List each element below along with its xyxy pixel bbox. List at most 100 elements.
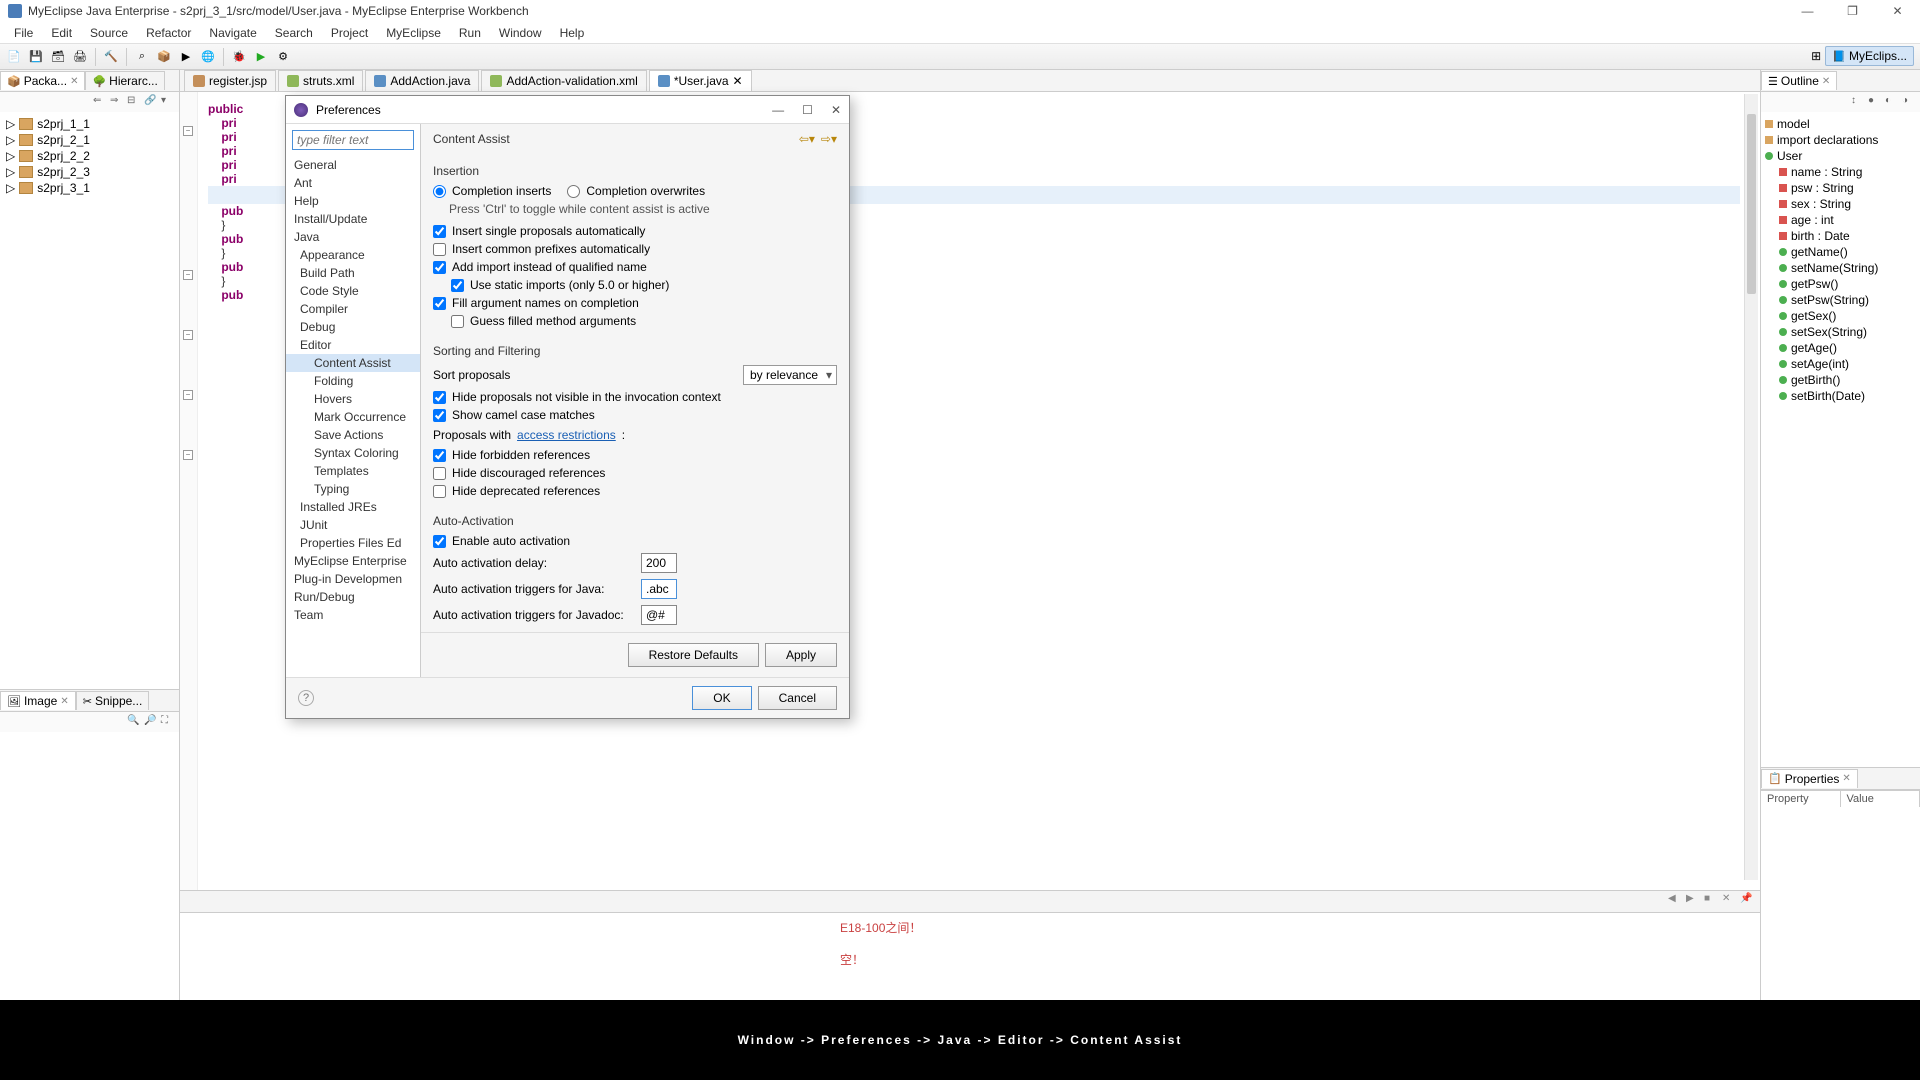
- project-item[interactable]: ▷s2prj_2_1: [4, 132, 175, 148]
- nav-item-hovers[interactable]: Hovers: [286, 390, 420, 408]
- nav-item-save-actions[interactable]: Save Actions: [286, 426, 420, 444]
- check-hide-invisible[interactable]: [433, 391, 446, 404]
- project-item[interactable]: ▷s2prj_2_2: [4, 148, 175, 164]
- nav-item-junit[interactable]: JUnit: [286, 516, 420, 534]
- minimize-button[interactable]: —: [1785, 0, 1830, 22]
- outline-item[interactable]: setAge(int): [1765, 356, 1916, 372]
- zoom-out-icon[interactable]: 🔎: [144, 715, 158, 729]
- external-tools-icon[interactable]: ⚙: [273, 47, 293, 67]
- zoom-in-icon[interactable]: 🔍: [127, 715, 141, 729]
- check-hide-discouraged[interactable]: [433, 467, 446, 480]
- check-add-import[interactable]: [433, 261, 446, 274]
- menu-icon[interactable]: ▾: [161, 95, 175, 109]
- dialog-title-bar[interactable]: Preferences — ☐ ✕: [286, 96, 849, 124]
- outline-item[interactable]: psw : String: [1765, 180, 1916, 196]
- radio-completion-overwrites[interactable]: [567, 185, 580, 198]
- tab-package-explorer[interactable]: 📦 Packa... ✕: [0, 71, 85, 90]
- nav-item-installed-jres[interactable]: Installed JREs: [286, 498, 420, 516]
- menu-search[interactable]: Search: [267, 24, 321, 42]
- outline-item[interactable]: getSex(): [1765, 308, 1916, 324]
- javadoc-triggers-input[interactable]: [641, 605, 677, 625]
- outline-item[interactable]: getBirth(): [1765, 372, 1916, 388]
- fold-icon[interactable]: −: [183, 270, 193, 280]
- tab-snippets[interactable]: ✂ Snippe...: [76, 691, 150, 710]
- check-static-imports[interactable]: [451, 279, 464, 292]
- editor-tab[interactable]: struts.xml: [278, 70, 363, 91]
- sort-select[interactable]: by relevance: [743, 365, 837, 385]
- menu-help[interactable]: Help: [552, 24, 593, 42]
- print-icon[interactable]: 🖨: [70, 47, 90, 67]
- outline-item[interactable]: age : int: [1765, 212, 1916, 228]
- clear-icon[interactable]: ✕: [1722, 893, 1736, 907]
- outline-item[interactable]: import declarations: [1765, 132, 1916, 148]
- tab-hierarchy[interactable]: 🌳 Hierarc...: [85, 71, 164, 90]
- menu-source[interactable]: Source: [82, 24, 136, 42]
- menu-navigate[interactable]: Navigate: [201, 24, 264, 42]
- menu-refactor[interactable]: Refactor: [138, 24, 199, 42]
- fold-icon[interactable]: −: [183, 330, 193, 340]
- maximize-button[interactable]: ❐: [1830, 0, 1875, 22]
- fold-icon[interactable]: −: [183, 450, 193, 460]
- open-type-icon[interactable]: ⌕: [132, 47, 152, 67]
- close-icon[interactable]: ✕: [60, 696, 68, 707]
- check-single-proposals[interactable]: [433, 225, 446, 238]
- project-item[interactable]: ▷s2prj_1_1: [4, 116, 175, 132]
- nav-item-editor[interactable]: Editor: [286, 336, 420, 354]
- tab-outline[interactable]: ☰ Outline ✕: [1761, 71, 1837, 90]
- outline-item[interactable]: setBirth(Date): [1765, 388, 1916, 404]
- outline-item[interactable]: setName(String): [1765, 260, 1916, 276]
- sort-icon[interactable]: ↕: [1851, 95, 1865, 109]
- server-icon[interactable]: ▶: [176, 47, 196, 67]
- outline-item[interactable]: model: [1765, 116, 1916, 132]
- outline-item[interactable]: name : String: [1765, 164, 1916, 180]
- stop-icon[interactable]: ■: [1704, 893, 1718, 907]
- menu-myeclipse[interactable]: MyEclipse: [378, 24, 449, 42]
- menu-edit[interactable]: Edit: [43, 24, 80, 42]
- outline-item[interactable]: getName(): [1765, 244, 1916, 260]
- menu-run[interactable]: Run: [451, 24, 489, 42]
- access-restrictions-link[interactable]: access restrictions: [517, 428, 616, 442]
- fold-icon[interactable]: −: [183, 390, 193, 400]
- fit-icon[interactable]: ⛶: [161, 715, 175, 729]
- menu-window[interactable]: Window: [491, 24, 550, 42]
- check-hide-forbidden[interactable]: [433, 449, 446, 462]
- outline-item[interactable]: User: [1765, 148, 1916, 164]
- editor-tab[interactable]: AddAction.java: [365, 70, 479, 91]
- outline-item[interactable]: birth : Date: [1765, 228, 1916, 244]
- close-icon[interactable]: ✕: [1842, 773, 1850, 784]
- menu-project[interactable]: Project: [323, 24, 376, 42]
- close-icon[interactable]: ✕: [733, 74, 743, 88]
- nav-item-myeclipse-enterprise[interactable]: MyEclipse Enterprise: [286, 552, 420, 570]
- back-icon[interactable]: ⇦▾: [799, 132, 815, 146]
- check-camel-case[interactable]: [433, 409, 446, 422]
- close-icon[interactable]: ✕: [1822, 76, 1830, 87]
- check-guess-args[interactable]: [451, 315, 464, 328]
- nav-item-debug[interactable]: Debug: [286, 318, 420, 336]
- check-enable-auto[interactable]: [433, 535, 446, 548]
- editor-tab[interactable]: AddAction-validation.xml: [481, 70, 646, 91]
- java-triggers-input[interactable]: [641, 579, 677, 599]
- browser-icon[interactable]: 🌐: [198, 47, 218, 67]
- nav-item-install-update[interactable]: Install/Update: [286, 210, 420, 228]
- nav-item-general[interactable]: General: [286, 156, 420, 174]
- editor-scrollbar[interactable]: [1744, 94, 1758, 880]
- forward-icon[interactable]: ⇒: [110, 95, 124, 109]
- dialog-close-icon[interactable]: ✕: [831, 103, 841, 117]
- link-icon[interactable]: 🔗: [144, 95, 158, 109]
- nav-item-java[interactable]: Java: [286, 228, 420, 246]
- close-button[interactable]: ✕: [1875, 0, 1920, 22]
- nav-item-code-style[interactable]: Code Style: [286, 282, 420, 300]
- project-item[interactable]: ▷s2prj_3_1: [4, 180, 175, 196]
- tab-properties[interactable]: 📋 Properties ✕: [1761, 769, 1858, 788]
- nav-item-plug-in-developmen[interactable]: Plug-in Developmen: [286, 570, 420, 588]
- filter-input[interactable]: [292, 130, 414, 150]
- close-icon[interactable]: ✕: [70, 76, 78, 87]
- help-icon[interactable]: ?: [298, 690, 314, 706]
- fold-icon[interactable]: −: [183, 126, 193, 136]
- check-common-prefixes[interactable]: [433, 243, 446, 256]
- nav-item-help[interactable]: Help: [286, 192, 420, 210]
- nav-item-mark-occurrence[interactable]: Mark Occurrence: [286, 408, 420, 426]
- apply-button[interactable]: Apply: [765, 643, 837, 667]
- nav-item-folding[interactable]: Folding: [286, 372, 420, 390]
- save-all-icon[interactable]: 🗃: [48, 47, 68, 67]
